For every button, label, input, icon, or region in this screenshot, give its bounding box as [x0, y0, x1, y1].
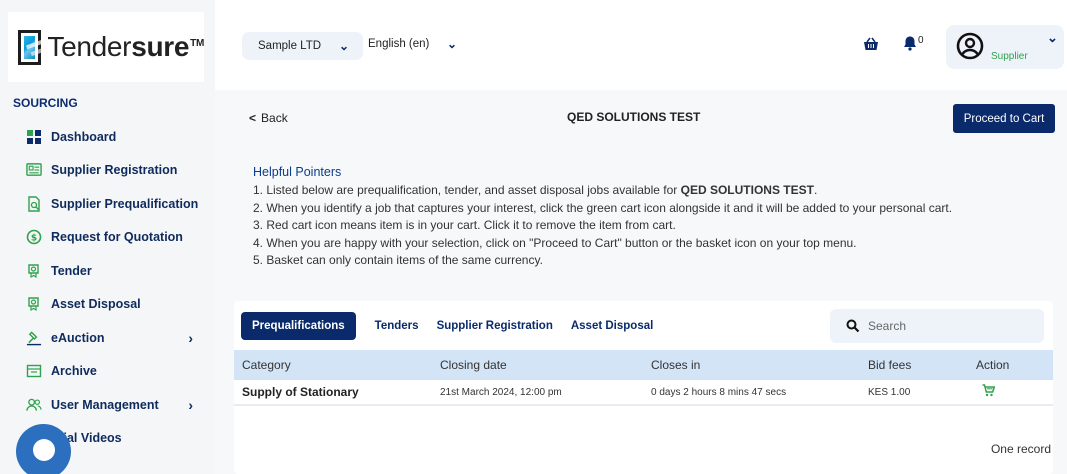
tab-asset-disposal[interactable]: Asset Disposal — [571, 320, 653, 332]
logo-mark-icon — [18, 29, 42, 65]
table-header-row: Category Closing date Closes in Bid fees… — [234, 350, 1053, 380]
brand-logo[interactable]: TendersureTM — [8, 12, 204, 82]
search-icon — [846, 319, 860, 333]
sidebar-item-label: User Management — [51, 397, 159, 412]
tab-prequalifications[interactable]: Prequalifications — [241, 312, 356, 340]
cell-category: Supply of Stationary — [242, 385, 359, 399]
column-header-category: Category — [242, 358, 291, 372]
cell-action — [968, 380, 1053, 405]
sidebar-nav: Dashboard Supplier Registration Supplier… — [26, 120, 211, 455]
tender-icon — [26, 263, 42, 279]
tab-tenders[interactable]: Tenders — [375, 320, 419, 332]
language-select[interactable]: English (en) — [368, 38, 429, 50]
sidebar-item-label: Tender — [51, 263, 92, 278]
prequalification-icon — [26, 196, 42, 212]
sidebar-item-user-management[interactable]: User Management › — [26, 388, 211, 422]
svg-text:$: $ — [31, 234, 37, 244]
helpful-pointers: Helpful Pointers 1. Listed below are pre… — [253, 165, 1053, 270]
dashboard-icon — [26, 129, 42, 145]
sidebar-item-label: Request for Quotation — [51, 230, 183, 245]
gavel-icon — [26, 330, 42, 346]
table-row: Supply of Stationary 21st March 2024, 12… — [234, 380, 1053, 405]
main-content: < Back QED SOLUTIONS TEST Proceed to Cart… — [215, 90, 1067, 474]
column-header-closes-in: Closes in — [651, 358, 701, 372]
top-bar: Sample LTD ⌄ English (en) ⌄ 0 Supplier ⌄ — [215, 0, 1067, 90]
company-select-value: Sample LTD — [258, 40, 322, 52]
quotation-icon: $ — [26, 229, 42, 245]
sidebar-item-tender[interactable]: Tender — [26, 254, 211, 288]
brand-name: TendersureTM — [47, 31, 204, 62]
pointer-line-4: 4. When you are happy with your selectio… — [253, 235, 857, 250]
user-avatar-icon — [956, 32, 984, 60]
chevron-down-icon[interactable]: ⌄ — [447, 37, 457, 51]
cell-closing-date: 21st March 2024, 12:00 pm — [440, 386, 562, 398]
search-input[interactable] — [868, 319, 1018, 333]
sidebar-section-heading: SOURCING — [13, 96, 78, 110]
job-tabs: Prequalifications Tenders Supplier Regis… — [241, 312, 671, 340]
chevron-down-icon: ⌄ — [338, 39, 349, 53]
archive-icon — [26, 363, 42, 379]
proceed-to-cart-button[interactable]: Proceed to Cart — [953, 104, 1055, 133]
chat-icon — [33, 439, 55, 461]
cell-bid-fees: KES 1.00 — [868, 386, 911, 398]
sidebar-item-label: Supplier Registration — [51, 163, 178, 178]
registration-icon — [26, 162, 42, 178]
pointer-line-5: 5. Basket can only contain items of the … — [253, 253, 543, 267]
asset-disposal-icon — [26, 296, 42, 312]
basket-icon[interactable] — [863, 36, 879, 52]
column-header-closing-date: Closing date — [440, 358, 507, 372]
user-menu[interactable]: Supplier ⌄ — [946, 25, 1064, 69]
sidebar: TendersureTM SOURCING Dashboard Supplier… — [0, 0, 215, 474]
sidebar-item-asset-disposal[interactable]: Asset Disposal — [26, 288, 211, 322]
add-to-cart-icon[interactable] — [982, 384, 996, 397]
column-header-bid-fees: Bid fees — [868, 358, 912, 372]
pointer-line-2: 2. When you identify a job that captures… — [253, 200, 953, 215]
user-role: Supplier — [991, 51, 1028, 62]
users-icon — [26, 397, 42, 413]
chevron-right-icon: › — [188, 330, 193, 346]
notification-count: 0 — [918, 35, 924, 46]
company-select[interactable]: Sample LTD ⌄ — [242, 32, 363, 60]
sidebar-item-eauction[interactable]: eAuction › — [26, 321, 211, 355]
sidebar-item-label: Archive — [51, 364, 97, 379]
page-title: QED SOLUTIONS TEST — [567, 110, 701, 124]
sidebar-item-label: Asset Disposal — [51, 297, 141, 312]
pointer-line-1: 1. Listed below are prequalification, te… — [253, 183, 818, 197]
pointer-line-3: 3. Red cart icon means item is in your c… — [253, 218, 676, 232]
sidebar-item-label: Supplier Prequalification — [51, 196, 199, 211]
cell-closes-in: 0 days 2 hours 8 mins 47 secs — [651, 386, 787, 398]
sidebar-item-supplier-registration[interactable]: Supplier Registration — [26, 154, 211, 188]
search-box — [830, 309, 1044, 343]
sidebar-item-label: eAuction — [51, 330, 105, 345]
sidebar-item-request-for-quotation[interactable]: $ Request for Quotation — [26, 221, 211, 255]
column-header-action: Action — [976, 358, 1010, 372]
tab-supplier-registration[interactable]: Supplier Registration — [437, 320, 553, 332]
chevron-right-icon: › — [188, 397, 193, 413]
sidebar-item-dashboard[interactable]: Dashboard — [26, 120, 211, 154]
pointers-heading: Helpful Pointers — [253, 165, 342, 179]
chat-widget-button[interactable] — [16, 424, 71, 474]
jobs-panel: Prequalifications Tenders Supplier Regis… — [234, 301, 1053, 474]
chevron-down-icon: ⌄ — [1047, 30, 1058, 45]
bell-icon[interactable] — [902, 35, 918, 51]
sidebar-item-label: Dashboard — [51, 129, 117, 144]
jobs-table: Category Closing date Closes in Bid fees… — [234, 350, 1053, 406]
chevron-left-icon: < — [249, 111, 257, 125]
back-label: Back — [261, 111, 288, 125]
back-link[interactable]: < Back — [249, 111, 288, 125]
sidebar-item-supplier-prequalification[interactable]: Supplier Prequalification — [26, 187, 211, 221]
records-count: One record — [990, 442, 1051, 456]
sidebar-item-archive[interactable]: Archive — [26, 355, 211, 389]
